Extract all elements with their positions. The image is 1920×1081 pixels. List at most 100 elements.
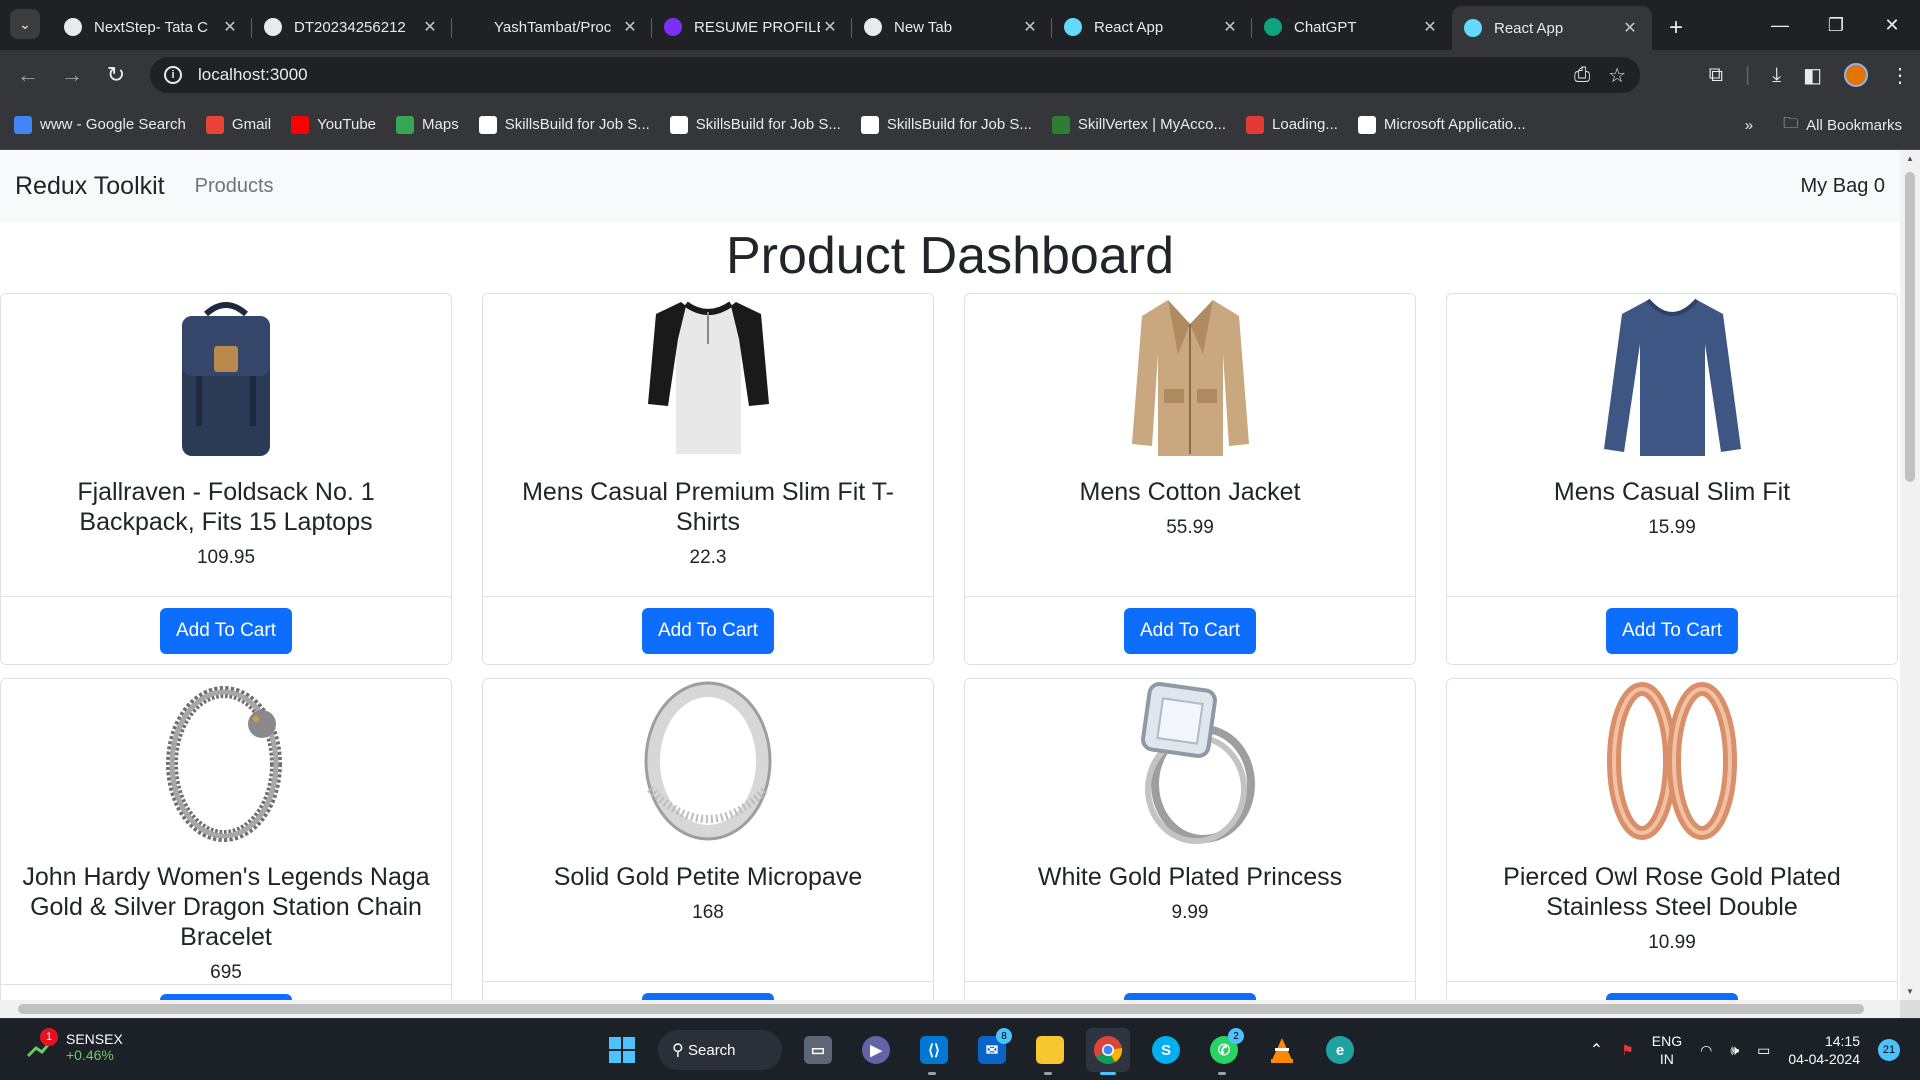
teams-button[interactable]: ▶ <box>854 1028 898 1072</box>
bookmark-item[interactable]: YouTube <box>291 115 376 134</box>
volume-icon[interactable]: 🕪 <box>1730 1042 1739 1059</box>
profile-avatar[interactable] <box>1844 63 1868 87</box>
add-to-cart-button[interactable]: Add To Cart <box>1124 607 1256 654</box>
start-button[interactable] <box>600 1028 644 1072</box>
browser-tab[interactable]: DT20234256212 ✕ <box>252 8 452 46</box>
bookmark-item[interactable]: SkillsBuild for Job S... <box>669 115 841 134</box>
browser-tab[interactable]: New Tab ✕ <box>852 8 1052 46</box>
product-title: Fjallraven - Foldsack No. 1 Backpack, Fi… <box>77 478 375 536</box>
browser-tab[interactable]: NextStep- Tata C ✕ <box>52 8 252 46</box>
skillvertex-icon <box>1051 115 1070 134</box>
close-tab-icon[interactable]: ✕ <box>620 17 640 37</box>
close-tab-icon[interactable]: ✕ <box>1620 18 1640 38</box>
stock-widget[interactable]: 1 SENSEX +0.46% <box>26 1028 123 1063</box>
close-tab-icon[interactable]: ✕ <box>220 17 240 37</box>
address-bar[interactable]: i localhost:3000 ⎙ ☆ <box>150 57 1640 93</box>
browser-tab[interactable]: RESUME PROFILE ✕ <box>652 8 852 46</box>
bookmark-item[interactable]: Gmail <box>205 115 271 134</box>
vlc-button[interactable] <box>1260 1028 1304 1072</box>
chrome-button[interactable] <box>1086 1028 1130 1075</box>
close-tab-icon[interactable]: ✕ <box>420 17 440 37</box>
product-image <box>1590 679 1755 844</box>
tab-search-button[interactable]: ⌄ <box>10 9 40 39</box>
bookmark-item[interactable]: www - Google Search <box>14 115 186 134</box>
whatsapp-button[interactable]: ✆ 2 <box>1202 1028 1246 1075</box>
task-view-button[interactable]: ▭ <box>796 1028 840 1072</box>
vertical-scroll-thumb[interactable] <box>1905 172 1915 482</box>
back-arrow-icon: ← <box>17 62 39 87</box>
more-bookmarks-icon[interactable]: » <box>1745 117 1753 134</box>
side-panel-icon[interactable]: ◧ <box>1803 63 1822 88</box>
product-price: 9.99 <box>1171 902 1209 923</box>
github-icon <box>464 18 482 36</box>
globe-icon <box>264 18 282 36</box>
horizontal-scrollbar[interactable] <box>0 1000 1900 1018</box>
product-card: Solid Gold Petite Micropave 168 Add To Car… <box>482 678 934 1000</box>
minimize-button[interactable]: — <box>1752 0 1808 50</box>
bookmark-item[interactable]: Microsoft Applicatio... <box>1357 115 1526 134</box>
windows-logo-icon <box>609 1037 635 1063</box>
extensions-icon[interactable]: ⧉ <box>1709 64 1723 87</box>
show-hidden-icons[interactable]: ⌃ <box>1590 1040 1603 1060</box>
restore-button[interactable]: ❐ <box>1808 0 1864 50</box>
skype-button[interactable]: S <box>1144 1028 1188 1072</box>
downloads-icon[interactable]: ⤓ <box>1772 64 1781 87</box>
language-indicator[interactable]: ENG IN <box>1652 1032 1682 1068</box>
file-explorer-button[interactable] <box>1028 1028 1072 1075</box>
install-app-icon[interactable]: ⎙ <box>1574 64 1590 87</box>
close-tab-icon[interactable]: ✕ <box>1420 17 1440 37</box>
edge-button[interactable]: e <box>1318 1028 1362 1072</box>
site-info-icon[interactable]: i <box>164 66 182 84</box>
add-to-cart-button[interactable]: Add To Cart <box>1606 992 1738 1000</box>
product-card: Mens Cotton Jacket 55.99 Add To Cart <box>964 293 1416 665</box>
add-to-cart-button[interactable]: Add To Cart <box>160 607 292 654</box>
reload-button[interactable]: ↻ <box>94 53 138 97</box>
add-to-cart-button[interactable]: Add To Cart <box>642 607 774 654</box>
tray-app-icon[interactable]: ⚑ <box>1621 1042 1634 1059</box>
bookmark-item[interactable]: Maps <box>396 115 459 134</box>
nav-link-products[interactable]: Products <box>195 175 274 198</box>
notification-badge[interactable]: 21 <box>1878 1039 1900 1061</box>
vscode-button[interactable]: ⟨⟩ <box>912 1028 956 1075</box>
browser-tab[interactable]: React App ✕ <box>1452 6 1652 50</box>
clock[interactable]: 14:15 04-04-2024 <box>1788 1032 1860 1068</box>
wifi-icon[interactable]: ◠ <box>1700 1042 1712 1059</box>
gmail-icon <box>205 115 224 134</box>
bookmark-star-icon[interactable]: ☆ <box>1608 63 1626 88</box>
my-bag-link[interactable]: My Bag 0 <box>1801 175 1885 198</box>
card-body: John Hardy Women's Legends Naga Gold & S… <box>1 679 451 984</box>
vertical-scrollbar[interactable]: ▲ ▼ <box>1900 150 1920 1000</box>
product-price: 695 <box>210 962 242 983</box>
task-view-icon: ▭ <box>804 1036 832 1064</box>
product-card: John Hardy Women's Legends Naga Gold & S… <box>0 678 452 1000</box>
card-footer: Add To Cart <box>483 981 933 1000</box>
mail-button[interactable]: ✉ 8 <box>970 1028 1014 1072</box>
scroll-up-icon[interactable]: ▲ <box>1905 154 1915 163</box>
browser-tab[interactable]: React App ✕ <box>1052 8 1252 46</box>
forward-button[interactable]: → <box>50 53 94 97</box>
close-window-button[interactable]: ✕ <box>1864 0 1920 50</box>
bookmark-item[interactable]: SkillVertex | MyAcco... <box>1051 115 1226 134</box>
whatsapp-badge: 2 <box>1228 1028 1244 1044</box>
bookmark-item[interactable]: Loading... <box>1246 115 1338 134</box>
card-footer: Add To Cart <box>1 984 451 1000</box>
close-tab-icon[interactable]: ✕ <box>1220 17 1240 37</box>
new-tab-button[interactable]: + <box>1658 10 1694 46</box>
bookmark-item[interactable]: SkillsBuild for Job S... <box>860 115 1032 134</box>
navbar-brand[interactable]: Redux Toolkit <box>15 172 165 201</box>
all-bookmarks-button[interactable]: 🗀 All Bookmarks <box>1783 113 1902 138</box>
add-to-cart-button[interactable]: Add To Cart <box>642 992 774 1000</box>
browser-tab[interactable]: YashTambat/Proc ✕ <box>452 8 652 46</box>
battery-icon[interactable]: ▭ <box>1757 1042 1770 1059</box>
browser-tab[interactable]: ChatGPT ✕ <box>1252 8 1452 46</box>
add-to-cart-button[interactable]: Add To Cart <box>1606 607 1738 654</box>
scroll-down-icon[interactable]: ▼ <box>1905 987 1915 996</box>
back-button[interactable]: ← <box>6 53 50 97</box>
add-to-cart-button[interactable]: Add To Cart <box>1124 992 1256 1000</box>
taskbar-search[interactable]: ⚲ Search <box>658 1030 782 1070</box>
menu-kebab-icon[interactable]: ⋮ <box>1890 63 1910 88</box>
close-tab-icon[interactable]: ✕ <box>1020 17 1040 37</box>
horizontal-scroll-thumb[interactable] <box>18 1004 1864 1014</box>
bookmark-item[interactable]: SkillsBuild for Job S... <box>478 115 650 134</box>
close-tab-icon[interactable]: ✕ <box>820 17 840 37</box>
